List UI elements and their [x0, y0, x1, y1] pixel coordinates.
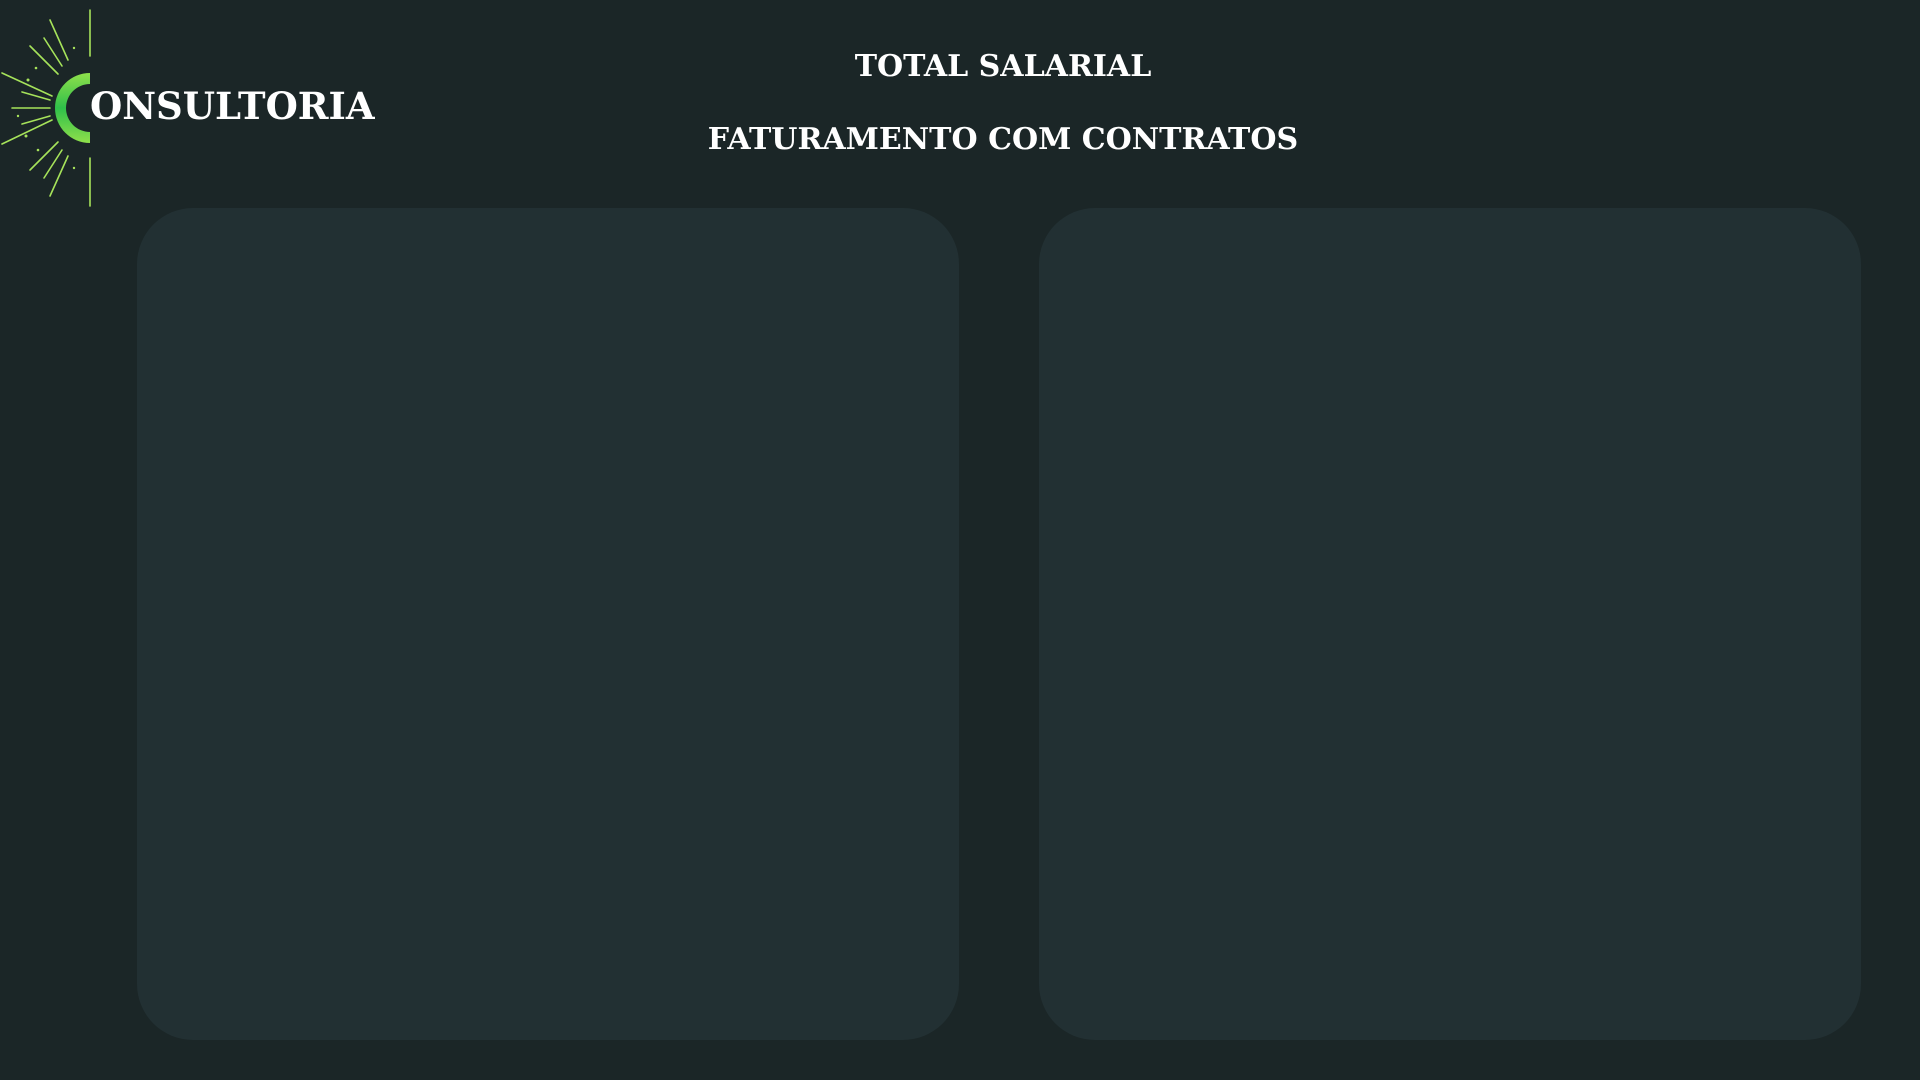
- company-logo: ONSULTORIA: [0, 8, 375, 208]
- sunburst-logo-icon: [1, 9, 91, 207]
- title-faturamento-contratos: FATURAMENTO COM CONTRATOS: [707, 122, 1299, 157]
- title-total-salarial: TOTAL SALARIAL: [854, 49, 1152, 84]
- dashboard-page: ONSULTORIA TOTAL SALARIAL FATURAMENTO CO…: [0, 0, 1920, 1080]
- panel-left: [137, 208, 959, 1040]
- logo-wordmark: ONSULTORIA: [90, 84, 375, 128]
- panel-right: [1039, 208, 1861, 1040]
